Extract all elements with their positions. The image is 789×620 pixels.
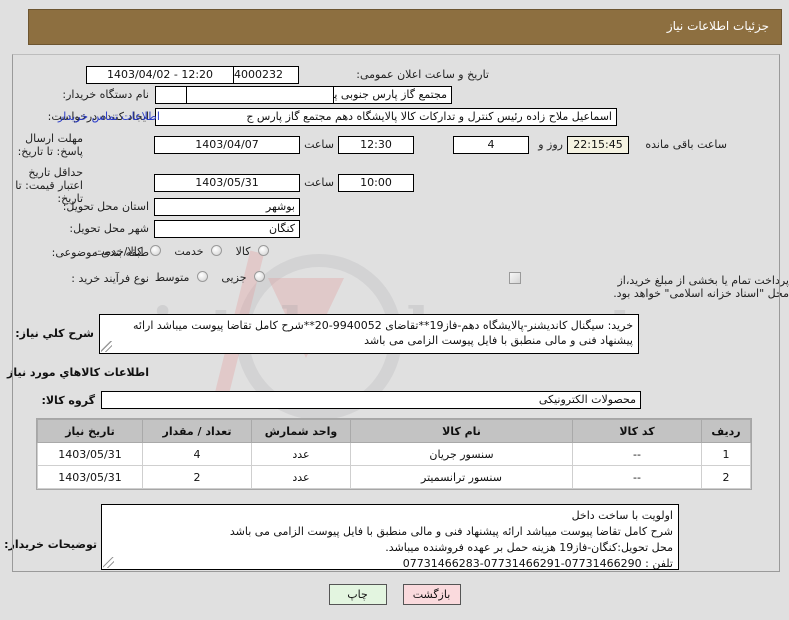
- window-titlebar: جزئیات اطلاعات نیاز: [28, 9, 782, 45]
- page-title: جزئیات اطلاعات نیاز: [666, 19, 769, 33]
- cell-code: --: [572, 442, 702, 466]
- goods-table: ردیف کد کالا نام کالا واحد شمارش تعداد /…: [37, 419, 751, 489]
- col-name: نام کالا: [350, 419, 573, 443]
- cell-index: 2: [701, 465, 751, 489]
- col-index: ردیف: [701, 419, 751, 443]
- resize-grip-icon[interactable]: [101, 341, 112, 352]
- cell-unit: عدد: [251, 465, 351, 489]
- cell-name: سنسور ترانسمیتر: [350, 465, 573, 489]
- col-qty: تعداد / مقدار: [142, 419, 252, 443]
- main-panel: [12, 54, 780, 572]
- cell-qty: 4: [142, 442, 252, 466]
- resize-grip-icon[interactable]: [103, 557, 114, 568]
- cell-need-date: 1403/05/31: [37, 465, 143, 489]
- print-button[interactable]: چاپ: [328, 584, 387, 605]
- cell-name: سنسور جریان: [350, 442, 573, 466]
- col-unit: واحد شمارش: [251, 419, 351, 443]
- page-root: irtaleader.net جزئیات اطلاعات نیاز شماره…: [0, 0, 789, 620]
- table-row: 1 -- سنسور جریان عدد 4 1403/05/31: [37, 442, 751, 466]
- cell-need-date: 1403/05/31: [37, 442, 143, 466]
- buyer-notes-value[interactable]: اولویت با ساخت داخل شرح کامل تقاضا پیوست…: [101, 504, 679, 570]
- general-description-value[interactable]: خرید: سیگنال کاندیشنر-پالایشگاه دهم-فاز1…: [99, 314, 639, 354]
- back-button[interactable]: بازگشت: [402, 584, 461, 605]
- col-code: کد کالا: [572, 419, 702, 443]
- cell-qty: 2: [142, 465, 252, 489]
- goods-table-wrapper: ردیف کد کالا نام کالا واحد شمارش تعداد /…: [36, 418, 752, 490]
- cell-code: --: [572, 465, 702, 489]
- table-header-row: ردیف کد کالا نام کالا واحد شمارش تعداد /…: [37, 419, 751, 443]
- cell-index: 1: [701, 442, 751, 466]
- col-need-date: تاریخ نیاز: [37, 419, 143, 443]
- cell-unit: عدد: [251, 442, 351, 466]
- table-row: 2 -- سنسور ترانسمیتر عدد 2 1403/05/31: [37, 465, 751, 489]
- action-buttons: بازگشت چاپ: [0, 584, 789, 605]
